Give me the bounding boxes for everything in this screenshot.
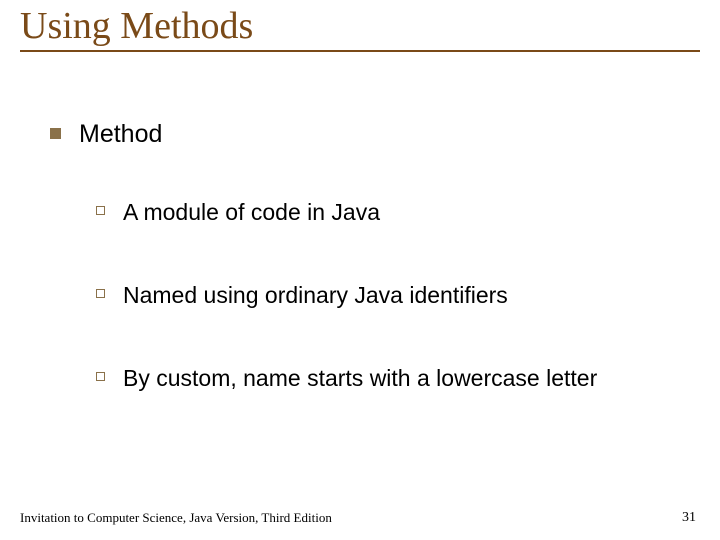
footer-source: Invitation to Computer Science, Java Ver…: [20, 510, 332, 526]
bullet-text: Method: [79, 120, 162, 149]
bullet-text: Named using ordinary Java identifiers: [123, 282, 508, 309]
hollow-square-bullet-icon: [96, 206, 105, 215]
hollow-square-bullet-icon: [96, 289, 105, 298]
bullet-text: By custom, name starts with a lowercase …: [123, 365, 597, 392]
list-item: By custom, name starts with a lowercase …: [96, 365, 690, 392]
square-bullet-icon: [50, 128, 61, 139]
list-item: Named using ordinary Java identifiers: [96, 282, 690, 309]
title-block: Using Methods: [20, 0, 700, 52]
page-number: 31: [682, 510, 696, 526]
content-area: Method A module of code in Java Named us…: [50, 120, 690, 448]
slide-title: Using Methods: [20, 0, 700, 52]
list-item: A module of code in Java: [96, 199, 690, 226]
list-item: Method: [50, 120, 690, 149]
bullet-text: A module of code in Java: [123, 199, 380, 226]
slide: Using Methods Method A module of code in…: [0, 0, 720, 540]
hollow-square-bullet-icon: [96, 372, 105, 381]
title-underline: [20, 50, 700, 52]
